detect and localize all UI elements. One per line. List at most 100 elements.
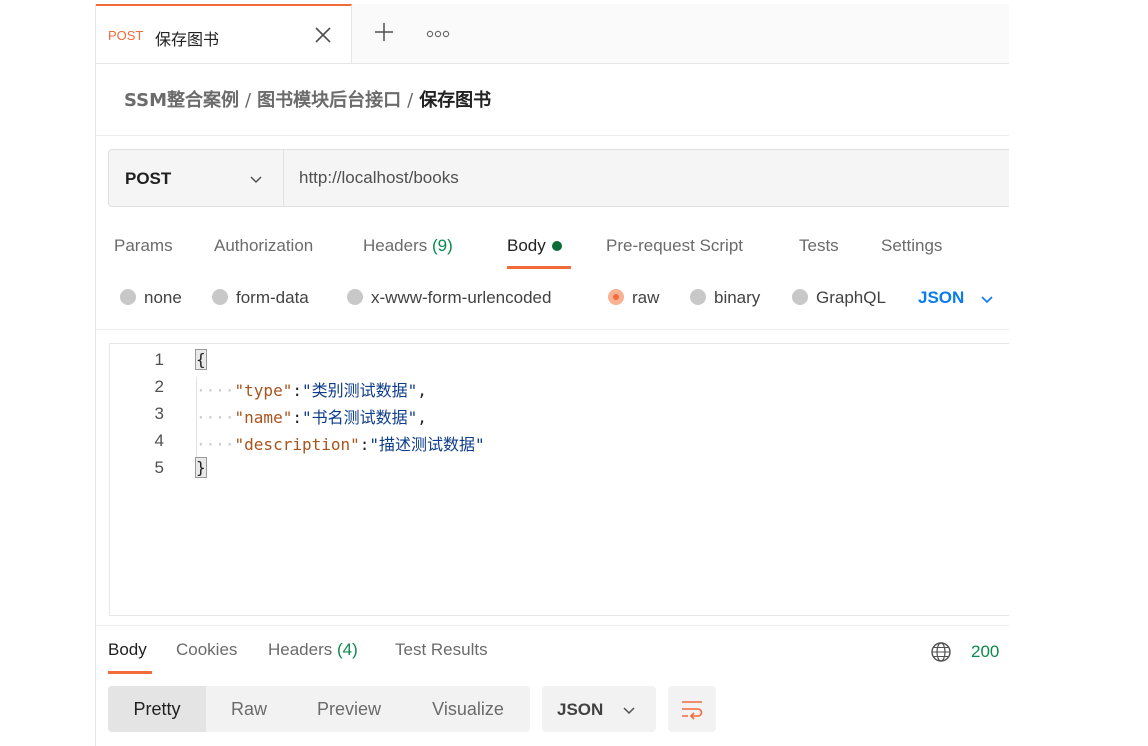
radio-form-data[interactable]: form-data [212, 288, 309, 308]
radio-graphql[interactable]: GraphQL [792, 288, 886, 308]
tab-settings[interactable]: Settings [881, 236, 942, 256]
wrap-lines-button[interactable] [668, 686, 716, 732]
method-select[interactable]: POST [109, 150, 284, 206]
response-view-switcher: Pretty Raw Preview Visualize [108, 686, 530, 732]
radio-circle [120, 288, 136, 305]
line-number: 5 [154, 458, 164, 477]
open-brace: { [195, 349, 207, 370]
view-pretty-button[interactable]: Pretty [108, 686, 206, 732]
body-type-options: none form-data x-www-form-urlencoded raw… [96, 286, 1009, 316]
json-key: "type" [234, 381, 293, 400]
json-key: "description" [234, 435, 360, 454]
resp-tab-test-results[interactable]: Test Results [395, 640, 488, 660]
tab-headers-label: Headers [363, 236, 428, 255]
line-code: ····"type":"类别测试数据", [196, 377, 427, 401]
view-raw-button[interactable]: Raw [206, 686, 292, 732]
breadcrumb: SSM整合案例 / 图书模块后台接口 / 保存图书 [124, 86, 491, 112]
request-workspace: POST 保存图书 SSM整合案例/图书模块后台接口/保存图书 POST [95, 4, 1009, 746]
tab-body[interactable]: Body [507, 236, 562, 256]
tab-method-label: POST [108, 28, 144, 43]
status-code: 200 [971, 642, 1000, 661]
tab-body-label: Body [507, 236, 546, 255]
radio-label: none [144, 288, 182, 307]
editor-line: 4 ····"description":"描述测试数据" [110, 427, 1009, 454]
view-preview-button[interactable]: Preview [292, 686, 406, 732]
tab-params[interactable]: Params [114, 236, 173, 256]
line-code: ····"description":"描述测试数据" [196, 431, 485, 455]
json-comma: , [417, 408, 427, 427]
resp-tab-cookies[interactable]: Cookies [176, 640, 237, 660]
chevron-down-icon [623, 707, 635, 715]
tab-headers[interactable]: Headers (9) [363, 236, 453, 256]
radio-circle [347, 288, 363, 305]
tab-prerequest-script[interactable]: Pre-request Script [606, 236, 743, 256]
radio-label: form-data [236, 288, 309, 307]
radio-label: x-www-form-urlencoded [371, 288, 552, 307]
divider [96, 625, 1009, 626]
line-number: 3 [154, 404, 164, 423]
breadcrumb-separator: / [245, 90, 252, 111]
url-bar: POST [108, 149, 1009, 207]
json-value: "描述测试数据" [369, 435, 485, 454]
editor-line: 2 ····"type":"类别测试数据", [110, 373, 1009, 400]
breadcrumb-folder[interactable]: 图书模块后台接口 [257, 90, 401, 111]
radio-label: GraphQL [816, 288, 886, 307]
active-tab-underline [108, 671, 152, 674]
editor-line: 5 } [110, 454, 1009, 481]
line-number: 4 [154, 431, 164, 450]
whitespace-dots: ···· [196, 408, 235, 427]
response-format-select[interactable]: JSON [542, 686, 656, 732]
tab-headers-count: (9) [432, 236, 453, 255]
radio-raw[interactable]: raw [608, 288, 659, 308]
line-code: { [195, 349, 207, 370]
response-format-label: JSON [557, 700, 604, 719]
radio-circle [792, 288, 808, 305]
breadcrumb-collection[interactable]: SSM整合案例 [124, 90, 239, 111]
body-indicator-dot [551, 240, 562, 251]
more-icon[interactable] [426, 29, 450, 39]
radio-label: raw [632, 288, 660, 307]
request-tabs: Params Authorization Headers (9) Body Pr… [96, 232, 1009, 272]
url-input[interactable] [285, 150, 1005, 206]
radio-binary[interactable]: binary [690, 288, 760, 308]
editor-line: 1 { [110, 346, 1009, 373]
resp-tab-headers-label: Headers [268, 640, 333, 659]
line-code: } [195, 457, 207, 478]
body-code-editor[interactable]: 1 { 2 ····"type":"类别测试数据", 3 ····"name":… [109, 343, 1009, 616]
json-colon: : [359, 435, 370, 454]
line-number: 2 [154, 377, 164, 396]
tab-authorization[interactable]: Authorization [214, 236, 313, 256]
close-brace: } [195, 457, 207, 478]
whitespace-dots: ···· [196, 435, 235, 454]
whitespace-dots: ···· [196, 381, 235, 400]
radio-none[interactable]: none [120, 288, 182, 308]
json-colon: : [292, 381, 302, 400]
plus-icon[interactable] [373, 21, 395, 43]
json-comma: , [417, 381, 427, 400]
wrap-lines-icon [682, 701, 703, 720]
editor-line: 3 ····"name":"书名测试数据", [110, 400, 1009, 427]
request-tab[interactable]: POST 保存图书 [96, 4, 352, 63]
radio-urlencoded[interactable]: x-www-form-urlencoded [347, 288, 551, 308]
chevron-down-icon [250, 176, 262, 184]
tab-bar: POST 保存图书 [96, 4, 1009, 64]
radio-circle [690, 288, 706, 305]
close-icon[interactable] [312, 24, 334, 46]
json-value: "类别测试数据" [301, 381, 418, 400]
resp-tab-body[interactable]: Body [108, 640, 147, 660]
resp-tab-headers[interactable]: Headers (4) [268, 640, 358, 660]
body-format-select[interactable]: JSON [918, 288, 994, 308]
view-visualize-button[interactable]: Visualize [406, 686, 530, 732]
globe-icon[interactable] [930, 641, 952, 663]
breadcrumb-separator: / [407, 90, 414, 111]
radio-circle-selected [608, 288, 624, 305]
breadcrumb-current[interactable]: 保存图书 [419, 90, 491, 111]
divider [96, 329, 1009, 330]
json-key: "name" [234, 408, 293, 427]
tab-tests[interactable]: Tests [799, 236, 839, 256]
line-number: 1 [154, 350, 164, 369]
chevron-down-icon [981, 295, 993, 303]
radio-circle [212, 288, 228, 305]
tab-title: 保存图书 [155, 30, 220, 49]
json-value: "书名测试数据" [301, 408, 418, 427]
